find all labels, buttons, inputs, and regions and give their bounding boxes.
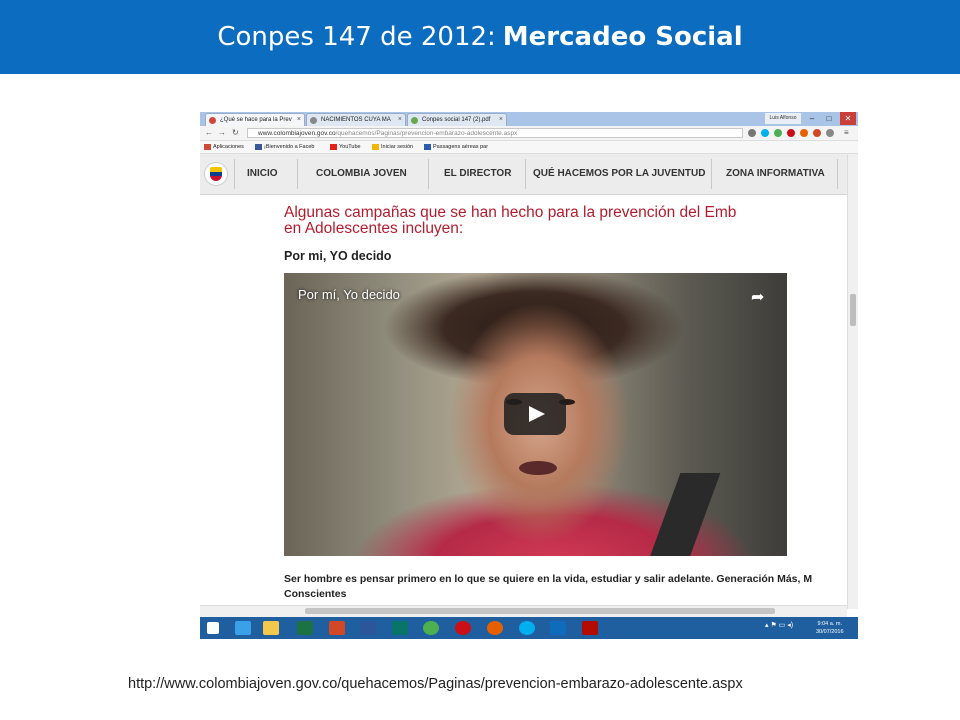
nav-item-colombia-joven[interactable]: COLOMBIA JOVEN <box>316 154 407 194</box>
skype-icon[interactable] <box>516 619 538 637</box>
close-icon[interactable]: × <box>499 114 503 126</box>
tab-label: ¿Qué se hace para la Prev <box>220 117 292 123</box>
scrollbar-thumb[interactable] <box>850 294 856 326</box>
powerpoint-icon[interactable] <box>326 619 348 637</box>
extension-icon[interactable] <box>787 129 795 137</box>
extension-icon[interactable] <box>813 129 821 137</box>
nav-item-que-hacemos[interactable]: QUÉ HACEMOS POR LA JUVENTUD <box>533 154 705 194</box>
url-input[interactable]: www.colombiajoven.gov.co/quehacemos/Pagi… <box>247 128 743 138</box>
tab-favicon-icon <box>310 117 317 124</box>
opera-icon[interactable] <box>452 619 474 637</box>
youtube-icon <box>330 144 337 150</box>
source-url: http://www.colombiajoven.gov.co/quehacem… <box>128 676 743 692</box>
share-icon[interactable]: ➦ <box>751 287 764 307</box>
vertical-scrollbar[interactable] <box>847 154 858 609</box>
tab-strip: ¿Qué se hace para la Prev × NACIMIENTOS … <box>200 112 858 126</box>
nav-divider <box>837 159 838 189</box>
skype-extension-icon[interactable] <box>761 129 769 137</box>
browser-tab-active[interactable]: ¿Qué se hace para la Prev × <box>205 113 305 126</box>
bookmark-flights[interactable]: Passagens aéreas par <box>424 141 488 153</box>
tab-label: NACIMIENTOS CUYA MA <box>321 117 391 123</box>
video-caption: Ser hombre es pensar primero en lo que s… <box>284 573 813 600</box>
url-domain: www.colombiajoven.gov.co <box>258 130 336 137</box>
horizontal-scrollbar[interactable] <box>200 605 847 617</box>
window-close-button[interactable]: ✕ <box>840 112 856 125</box>
acrobat-icon[interactable] <box>579 619 601 637</box>
forward-icon[interactable]: → <box>218 127 226 139</box>
facebook-icon <box>255 144 262 150</box>
clock[interactable]: 9:04 a. m. 30/07/2016 <box>816 620 844 636</box>
campaign-subheading: Por mi, YO decido <box>284 249 392 263</box>
browser-tab[interactable]: Conpes social 147 (2).pdf × <box>407 113 507 126</box>
tab-label: Conpes social 147 (2).pdf <box>422 117 491 123</box>
bookmark-sign-in[interactable]: Iniciar sesión <box>372 141 413 153</box>
chrome-icon[interactable] <box>420 619 442 637</box>
coat-of-arms-logo[interactable] <box>204 162 228 186</box>
browser-screenshot: ¿Qué se hace para la Prev × NACIMIENTOS … <box>200 112 858 639</box>
menu-icon[interactable]: ≡ <box>844 127 849 139</box>
extension-icon[interactable] <box>826 129 834 137</box>
nav-item-zona-informativa[interactable]: ZONA INFORMATIVA <box>726 154 825 194</box>
nav-divider <box>711 159 712 189</box>
back-icon[interactable]: ← <box>205 127 213 139</box>
nav-item-inicio[interactable]: INICIO <box>247 154 278 194</box>
url-path: /quehacemos/Paginas/prevencion-embarazo-… <box>335 130 518 137</box>
firefox-icon[interactable] <box>484 619 506 637</box>
microsoft-icon <box>372 144 379 150</box>
system-tray[interactable]: ▴ ⚑ ▭ ◂) <box>765 621 793 629</box>
video-player[interactable]: Por mí, Yo decido ➦ <box>284 273 787 556</box>
extension-icon[interactable] <box>774 129 782 137</box>
bookmark-apps[interactable]: Aplicaciones <box>204 141 244 153</box>
nav-item-el-director[interactable]: EL DIRECTOR <box>444 154 511 194</box>
campaign-heading: Algunas campañas que se han hecho para l… <box>284 204 737 237</box>
page-content: Algunas campañas que se han hecho para l… <box>200 195 847 605</box>
video-title[interactable]: Por mí, Yo decido <box>298 287 400 302</box>
reload-icon[interactable]: ↻ <box>232 127 239 139</box>
nav-divider <box>525 159 526 189</box>
site-navigation: INICIO COLOMBIA JOVEN EL DIRECTOR QUÉ HA… <box>200 154 847 195</box>
browser-tab[interactable]: NACIMIENTOS CUYA MA × <box>306 113 406 126</box>
mail-icon[interactable] <box>547 619 569 637</box>
start-button[interactable] <box>202 619 224 637</box>
nav-divider <box>297 159 298 189</box>
close-icon[interactable]: × <box>297 114 301 126</box>
bookmark-youtube[interactable]: YouTube <box>330 141 361 153</box>
scrollbar-thumb[interactable] <box>305 608 775 614</box>
play-button[interactable] <box>504 393 566 435</box>
publisher-icon[interactable] <box>389 619 411 637</box>
apps-icon <box>204 144 211 150</box>
nav-divider <box>234 159 235 189</box>
close-icon[interactable]: × <box>398 114 402 126</box>
slide-title-bold: Mercadeo Social <box>502 22 743 52</box>
zoom-icon[interactable] <box>748 129 756 137</box>
maximize-button[interactable]: □ <box>821 112 837 125</box>
nav-divider <box>428 159 429 189</box>
bookmarks-bar: Aplicaciones ¡Bienvenido a Faceb YouTube… <box>200 141 858 154</box>
tab-favicon-icon <box>411 117 418 124</box>
extension-icon[interactable] <box>800 129 808 137</box>
profile-button[interactable]: Luis Alfonso <box>765 113 801 124</box>
word-icon[interactable] <box>357 619 379 637</box>
windows-taskbar: ▴ ⚑ ▭ ◂) 9:04 a. m. 30/07/2016 <box>200 617 858 639</box>
slide-title: Conpes 147 de 2012: Mercadeo Social <box>0 0 960 74</box>
airplane-icon <box>424 144 431 150</box>
address-bar: ← → ↻ www.colombiajoven.gov.co/quehacemo… <box>200 126 858 141</box>
minimize-button[interactable]: – <box>804 112 820 125</box>
excel-icon[interactable] <box>294 619 316 637</box>
file-explorer-icon[interactable] <box>260 619 282 637</box>
internet-explorer-icon[interactable] <box>232 619 254 637</box>
bookmark-facebook[interactable]: ¡Bienvenido a Faceb <box>255 141 314 153</box>
slide-title-plain: Conpes 147 de 2012: <box>217 22 496 52</box>
tab-favicon-icon <box>209 117 216 124</box>
